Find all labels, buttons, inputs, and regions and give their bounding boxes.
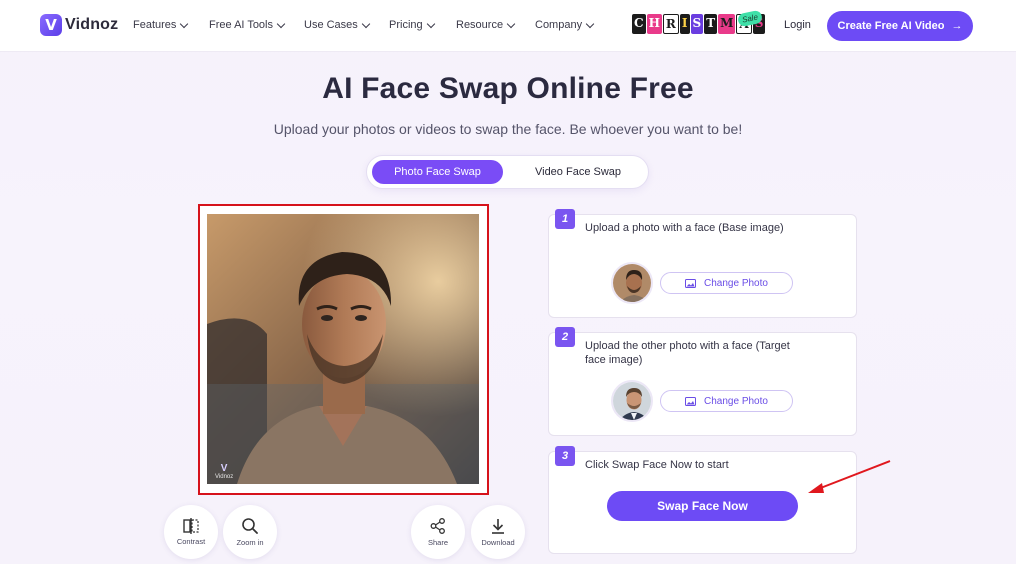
top-navbar: V Vidnoz Features Free AI Tools Use Case…	[0, 0, 1016, 52]
watermark-text: Vidnoz	[215, 474, 234, 480]
image-icon	[685, 278, 697, 288]
base-face-thumbnail-image	[613, 264, 651, 302]
chevron-down-icon	[426, 19, 435, 28]
portrait-illustration	[207, 214, 479, 484]
image-icon	[685, 396, 697, 406]
change-photo-button[interactable]: Change Photo	[660, 390, 793, 412]
change-photo-button[interactable]: Change Photo	[660, 272, 793, 294]
step-card-2: 2 Upload the other photo with a face (Ta…	[548, 327, 857, 436]
swap-face-now-button[interactable]: Swap Face Now	[607, 491, 798, 521]
promo-letter: M	[718, 14, 736, 34]
page-subtitle: Upload your photos or videos to swap the…	[273, 121, 743, 137]
share-button[interactable]: Share	[411, 505, 465, 559]
mode-tabs: Photo Face Swap Video Face Swap	[366, 155, 649, 189]
chevron-down-icon	[276, 19, 286, 28]
step-number-badge: 3	[555, 446, 575, 466]
download-icon	[492, 519, 504, 534]
watermark-logo-icon: V	[220, 463, 228, 474]
annotation-arrow-icon	[808, 460, 891, 493]
nav-item-label: Use Cases	[304, 19, 358, 31]
nav-item-company[interactable]: Company	[535, 19, 595, 31]
nav-item-use-cases[interactable]: Use Cases	[304, 19, 371, 31]
vidnoz-logo-icon: V	[40, 14, 62, 36]
tab-photo-face-swap[interactable]: Photo Face Swap	[372, 160, 503, 184]
create-free-ai-video-button[interactable]: Create Free AI Video →	[827, 11, 973, 41]
change-photo-label: Change Photo	[704, 395, 768, 407]
tab-video-face-swap[interactable]: Video Face Swap	[513, 160, 643, 184]
login-link[interactable]: Login	[784, 19, 811, 31]
magnifier-icon	[242, 518, 258, 534]
download-label: Download	[481, 538, 515, 547]
promo-letter: I	[679, 14, 690, 34]
chevron-down-icon	[585, 19, 595, 28]
result-preview-frame: V Vidnoz	[198, 204, 489, 495]
brand-logo[interactable]: V Vidnoz	[40, 14, 118, 36]
step-number-badge: 2	[555, 327, 575, 347]
step-number-badge: 1	[555, 209, 575, 229]
cta-label: Create Free AI Video	[837, 20, 945, 32]
change-photo-label: Change Photo	[704, 277, 768, 289]
step-instruction: Upload a photo with a face (Base image)	[585, 222, 784, 234]
result-preview-image: V Vidnoz	[207, 214, 479, 484]
page-title: AI Face Swap Online Free	[322, 72, 694, 105]
zoom-in-label: Zoom in	[236, 538, 264, 547]
chevron-down-icon	[180, 19, 189, 28]
promo-letter: C	[632, 14, 646, 34]
chevron-down-icon	[361, 19, 371, 28]
promo-letter: S	[690, 14, 704, 34]
zoom-in-button[interactable]: Zoom in	[223, 505, 277, 559]
step-instruction: Upload the other photo with a face (Targ…	[585, 340, 790, 366]
share-label: Share	[427, 538, 448, 547]
nav-item-label: Features	[133, 19, 177, 31]
nav-item-label: Resource	[456, 19, 504, 31]
nav-item-resource[interactable]: Resource	[456, 19, 516, 31]
promo-letter: H	[646, 14, 662, 34]
chevron-down-icon	[506, 19, 516, 28]
contrast-label: Contrast	[176, 537, 206, 546]
promo-letter: T	[704, 14, 718, 34]
brand-name: Vidnoz	[65, 16, 119, 33]
target-face-thumbnail	[611, 380, 653, 422]
promo-letter: R	[662, 14, 679, 34]
step-card-1: 1 Upload a photo with a face (Base image…	[548, 209, 857, 318]
christmas-sale-banner[interactable]: C H R I S T M A S Sale	[632, 9, 766, 40]
nav-item-label: Company	[535, 19, 583, 31]
nav-item-free-ai-tools[interactable]: Free AI Tools	[209, 19, 286, 31]
arrow-right-icon: →	[951, 20, 963, 32]
nav-item-label: Pricing	[389, 19, 423, 31]
nav-item-features[interactable]: Features	[133, 19, 189, 31]
step-instruction: Click Swap Face Now to start	[585, 459, 729, 471]
contrast-icon	[183, 518, 199, 534]
share-icon	[430, 518, 445, 534]
download-button[interactable]: Download	[471, 505, 525, 559]
nav-item-label: Free AI Tools	[209, 19, 273, 31]
nav-item-pricing[interactable]: Pricing	[389, 19, 435, 31]
base-image-thumbnail	[611, 262, 653, 304]
vidnoz-watermark: V Vidnoz	[215, 463, 233, 480]
target-face-thumbnail-image	[613, 382, 651, 420]
contrast-button[interactable]: Contrast	[164, 505, 218, 559]
